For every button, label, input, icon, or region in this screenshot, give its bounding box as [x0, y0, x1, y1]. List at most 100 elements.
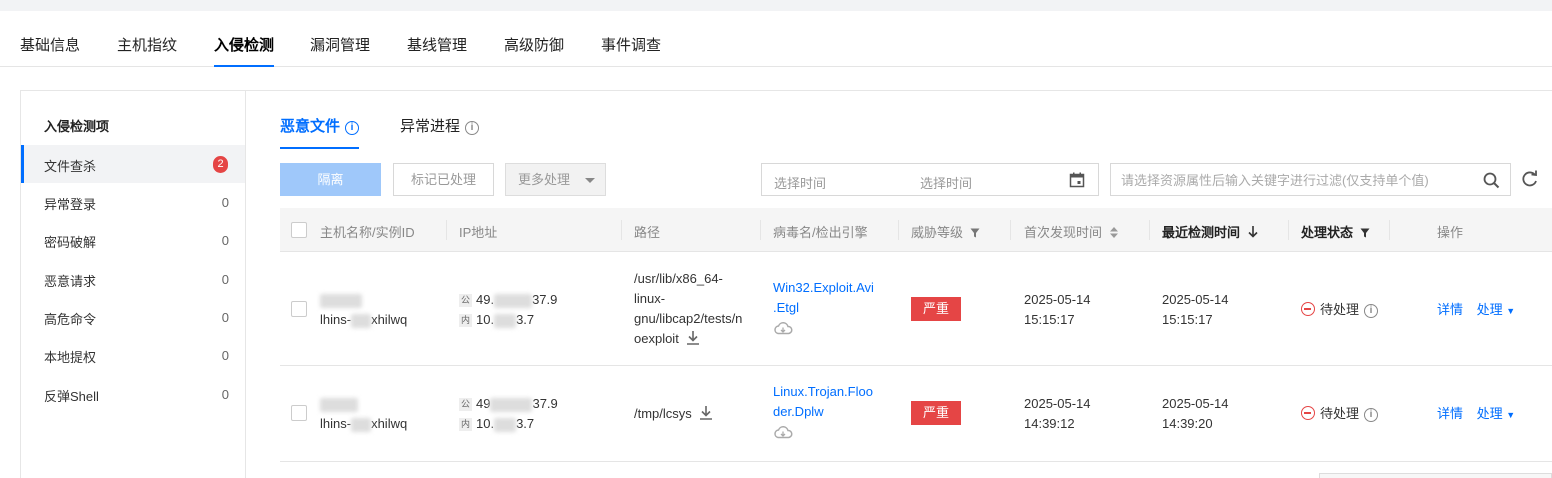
table-row[interactable]: lhins-xhilwq 公 49 37.9 内 10. 3.7 /tmp/lcsys … — [280, 366, 1552, 462]
col-first-found-label: 首次发现时间 — [1024, 225, 1103, 240]
host-cell: lhins-xhilwq — [320, 290, 407, 330]
status-text: 待处理 — [1320, 302, 1360, 317]
private-ip-start: 10. — [476, 312, 495, 327]
sidebar-item-privilege-escalation[interactable]: 本地提权 0 — [21, 336, 245, 374]
handle-dropdown[interactable]: 处理 ▼ — [1477, 302, 1516, 317]
host-prefix: lhins- — [320, 312, 352, 327]
virus-name-link[interactable]: .Etgl — [773, 298, 874, 318]
virus-cell[interactable]: Win32.Exploit.Avi .Etgl — [773, 278, 874, 318]
virus-name-link[interactable]: der.Dplw — [773, 402, 873, 422]
download-icon[interactable] — [686, 331, 699, 345]
top-strip — [0, 0, 1552, 11]
virus-cell[interactable]: Linux.Trojan.Floo der.Dplw — [773, 382, 873, 422]
filter-search-box[interactable] — [1110, 163, 1511, 196]
row-checkbox[interactable] — [291, 405, 307, 421]
tab-host-fingerprint[interactable]: 主机指纹 — [117, 34, 177, 55]
threat-level-badge: 严重 — [911, 297, 961, 321]
tab-vulnerability[interactable]: 漏洞管理 — [310, 34, 370, 55]
sidebar-item-reverse-shell[interactable]: 反弹Shell 0 — [21, 375, 245, 413]
pagination-bar — [1319, 473, 1552, 478]
first-found-date: 2025-05-14 — [1024, 396, 1091, 411]
sidebar-item-high-risk-command[interactable]: 高危命令 0 — [21, 298, 245, 336]
col-first-found[interactable]: 首次发现时间 — [1024, 222, 1118, 241]
cloud-engine-icon — [774, 322, 793, 335]
handle-dropdown[interactable]: 处理 ▼ — [1477, 406, 1516, 421]
public-ip-tag: 公 — [459, 398, 472, 411]
calendar-icon[interactable] — [1069, 172, 1085, 188]
row-checkbox[interactable] — [291, 301, 307, 317]
last-detected-date: 2025-05-14 — [1162, 292, 1229, 307]
refresh-icon[interactable] — [1521, 170, 1539, 188]
first-found-cell: 2025-05-14 14:39:12 — [1024, 394, 1091, 434]
col-last-detected[interactable]: 最近检测时间 — [1162, 222, 1258, 241]
tab-event-investigation[interactable]: 事件调查 — [601, 34, 661, 55]
search-input[interactable] — [1121, 170, 1471, 190]
ip-cell: 公 49. 37.9 内 10. 3.7 — [459, 290, 557, 330]
col-status[interactable]: 处理状态 — [1301, 222, 1370, 241]
download-icon[interactable] — [699, 406, 712, 420]
sidebar-item-label: 文件查杀 — [44, 159, 97, 174]
virus-name-link[interactable]: Win32.Exploit.Avi — [773, 278, 874, 298]
isolate-button[interactable]: 隔离 — [280, 163, 381, 196]
info-icon[interactable]: i — [1364, 304, 1379, 318]
public-ip-end: 37.9 — [532, 396, 558, 411]
col-threat-level[interactable]: 威胁等级 — [911, 222, 980, 241]
path-line: oexploit — [634, 331, 679, 346]
info-icon[interactable]: i — [345, 121, 360, 135]
tab-baseline[interactable]: 基线管理 — [407, 34, 467, 55]
tab-advanced-defense[interactable]: 高级防御 — [504, 34, 564, 55]
last-detected-date: 2025-05-14 — [1162, 396, 1229, 411]
first-found-date: 2025-05-14 — [1024, 292, 1091, 307]
search-icon[interactable] — [1483, 172, 1500, 189]
column-divider — [898, 220, 899, 240]
virus-name-link[interactable]: Linux.Trojan.Floo — [773, 382, 873, 402]
pending-icon — [1301, 302, 1315, 316]
sidebar-item-file-scan[interactable]: 文件查杀 2 — [21, 145, 245, 183]
last-detected-cell: 2025-05-14 14:39:20 — [1162, 394, 1229, 434]
sidebar-item-count: 0 — [221, 348, 229, 363]
sidebar-item-label: 异常登录 — [44, 197, 97, 212]
info-icon[interactable]: i — [465, 121, 480, 135]
sidebar-item-count: 0 — [221, 310, 229, 325]
private-ip-start: 10. — [476, 416, 495, 431]
detail-link[interactable]: 详情 — [1437, 302, 1463, 317]
column-divider — [760, 220, 761, 240]
tab-basic-info[interactable]: 基础信息 — [20, 34, 80, 55]
subtab-malicious-files[interactable]: 恶意文件 i — [280, 115, 360, 149]
mark-processed-button[interactable]: 标记已处理 — [393, 163, 494, 196]
private-ip-tag: 内 — [459, 418, 472, 431]
col-actions: 操作 — [1437, 225, 1464, 240]
detail-link[interactable]: 详情 — [1437, 406, 1463, 421]
sidebar-item-malicious-request[interactable]: 恶意请求 0 — [21, 260, 245, 298]
host-cell: lhins-xhilwq — [320, 394, 407, 434]
select-all-checkbox[interactable] — [291, 222, 307, 238]
tab-intrusion-detection[interactable]: 入侵检测 — [214, 34, 275, 67]
last-detected-cell: 2025-05-14 15:15:17 — [1162, 290, 1229, 330]
cloud-engine-icon — [774, 426, 793, 439]
more-actions-dropdown[interactable]: 更多处理 — [505, 163, 606, 196]
filter-icon[interactable] — [970, 228, 980, 238]
col-ip: IP地址 — [459, 225, 498, 240]
path-line: gnu/libcap2/tests/n — [634, 311, 743, 326]
column-divider — [1389, 220, 1390, 240]
start-time-field[interactable]: 选择时间 — [774, 173, 826, 192]
filter-icon[interactable] — [1360, 228, 1370, 238]
sidebar-item-password-crack[interactable]: 密码破解 0 — [21, 221, 245, 259]
end-time-field[interactable]: 选择时间 — [920, 173, 972, 192]
private-ip-end: 3.7 — [516, 312, 535, 327]
sort-icon[interactable] — [1109, 227, 1118, 238]
first-found-cell: 2025-05-14 15:15:17 — [1024, 290, 1091, 330]
public-ip-start: 49. — [476, 292, 495, 307]
sidebar-item-label: 密码破解 — [44, 235, 97, 250]
path-line: /usr/lib/x86_64- — [634, 271, 723, 286]
subtab-abnormal-process[interactable]: 异常进程 i — [400, 115, 480, 136]
redacted-hostname — [320, 293, 362, 308]
sidebar-item-count: 0 — [221, 272, 229, 287]
sidebar-item-abnormal-login[interactable]: 异常登录 0 — [21, 183, 245, 221]
redacted-ip — [490, 397, 533, 412]
date-range-picker[interactable]: 选择时间 选择时间 — [761, 163, 1099, 196]
table-row[interactable]: lhins-xhilwq 公 49. 37.9 内 10. 3.7 /usr/lib/x… — [280, 252, 1552, 366]
sort-desc-icon[interactable] — [1248, 226, 1258, 238]
info-icon[interactable]: i — [1364, 408, 1379, 422]
private-ip-tag: 内 — [459, 314, 472, 327]
